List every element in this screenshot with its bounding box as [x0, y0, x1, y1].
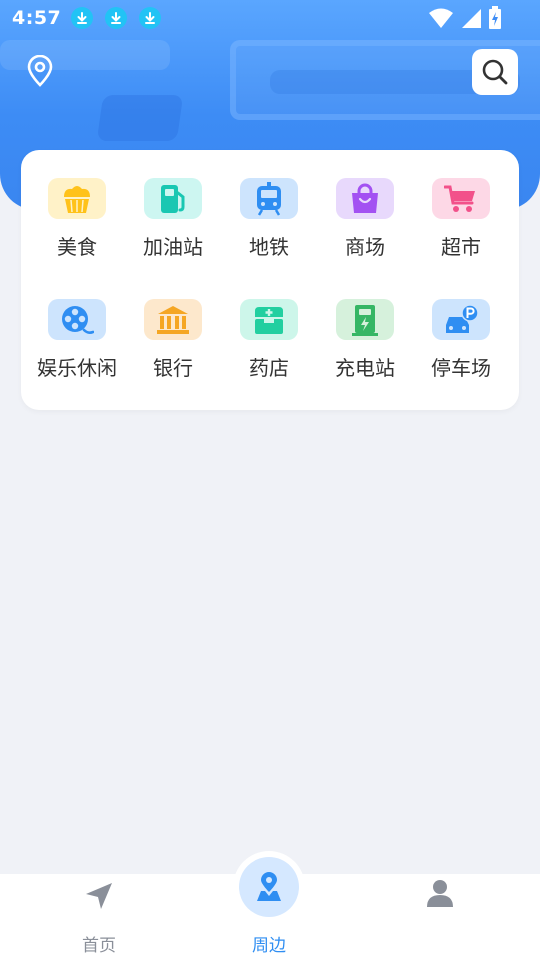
- nav-home[interactable]: 首页: [49, 874, 149, 960]
- film-reel-icon: [62, 305, 94, 334]
- download-icon: [139, 7, 162, 29]
- category-tile: [144, 299, 202, 340]
- wifi-icon: [429, 8, 453, 28]
- nav-home-label: 首页: [82, 936, 116, 956]
- location-button[interactable]: [22, 52, 58, 90]
- category-entertainment[interactable]: 娱乐休闲: [29, 271, 125, 381]
- shopping-bag-icon: [352, 183, 378, 213]
- category-parking[interactable]: 停车场: [413, 271, 509, 381]
- search-icon: [482, 59, 508, 85]
- category-grid-card: 美食 加油站 地铁 商场 超市 娱乐休闲 银行 药店 充电站 停车场: [21, 150, 519, 410]
- status-indicators: [428, 6, 502, 30]
- category-tile: [336, 178, 394, 219]
- category-gas-station[interactable]: 加油站: [125, 150, 221, 260]
- category-label: 超市: [441, 235, 481, 259]
- app-screen: 4:57 美食 加油站 地铁 商场 超市 娱乐休闲 银行 药店 充电站 停车场 …: [0, 0, 540, 960]
- location-pin-icon: [27, 55, 53, 87]
- category-tile: [432, 178, 490, 219]
- category-food[interactable]: 美食: [29, 150, 125, 260]
- cupcake-icon: [64, 185, 90, 213]
- status-bar: 4:57: [0, 0, 540, 36]
- category-tile: [336, 299, 394, 340]
- category-subway[interactable]: 地铁: [221, 150, 317, 260]
- category-bank[interactable]: 银行: [125, 271, 221, 381]
- train-icon: [257, 181, 281, 216]
- navigation-arrow-icon: [86, 883, 112, 909]
- map-decoration: [96, 95, 184, 141]
- search-button[interactable]: [472, 49, 518, 95]
- status-time: 4:57: [12, 7, 62, 29]
- nav-nearby-bubble[interactable]: [233, 851, 305, 923]
- category-label: 加油站: [143, 235, 203, 259]
- category-charging-station[interactable]: 充电站: [317, 271, 413, 381]
- fuel-pump-icon: [161, 184, 185, 213]
- charging-station-icon: [352, 304, 378, 336]
- category-tile: [48, 299, 106, 340]
- category-tile: [240, 299, 298, 340]
- nav-nearby-label: 周边: [252, 936, 286, 956]
- category-label: 药店: [249, 356, 289, 380]
- category-label: 充电站: [335, 356, 395, 380]
- category-tile: [48, 178, 106, 219]
- parking-car-icon: [446, 303, 479, 333]
- shopping-cart-icon: [444, 185, 475, 212]
- category-label: 美食: [57, 235, 97, 259]
- map-location-icon: [257, 872, 281, 901]
- category-supermarket[interactable]: 超市: [413, 150, 509, 260]
- signal-icon: [462, 9, 481, 28]
- category-label: 银行: [153, 356, 193, 380]
- category-pharmacy[interactable]: 药店: [221, 271, 317, 381]
- download-icon: [71, 7, 94, 29]
- category-tile: [144, 178, 202, 219]
- download-icon: [105, 7, 128, 29]
- nav-nearby-bubble-inner: [239, 857, 299, 917]
- category-tile: [240, 178, 298, 219]
- bank-icon: [157, 305, 189, 334]
- category-label: 停车场: [431, 356, 491, 380]
- category-label: 地铁: [249, 235, 289, 259]
- nav-mine[interactable]: [390, 874, 490, 960]
- category-label: 娱乐休闲: [37, 356, 117, 380]
- category-label: 商场: [345, 235, 385, 259]
- category-mall[interactable]: 商场: [317, 150, 413, 260]
- battery-icon: [489, 6, 501, 29]
- medicine-box-icon: [255, 306, 283, 334]
- user-icon: [427, 880, 453, 907]
- category-tile: [432, 299, 490, 340]
